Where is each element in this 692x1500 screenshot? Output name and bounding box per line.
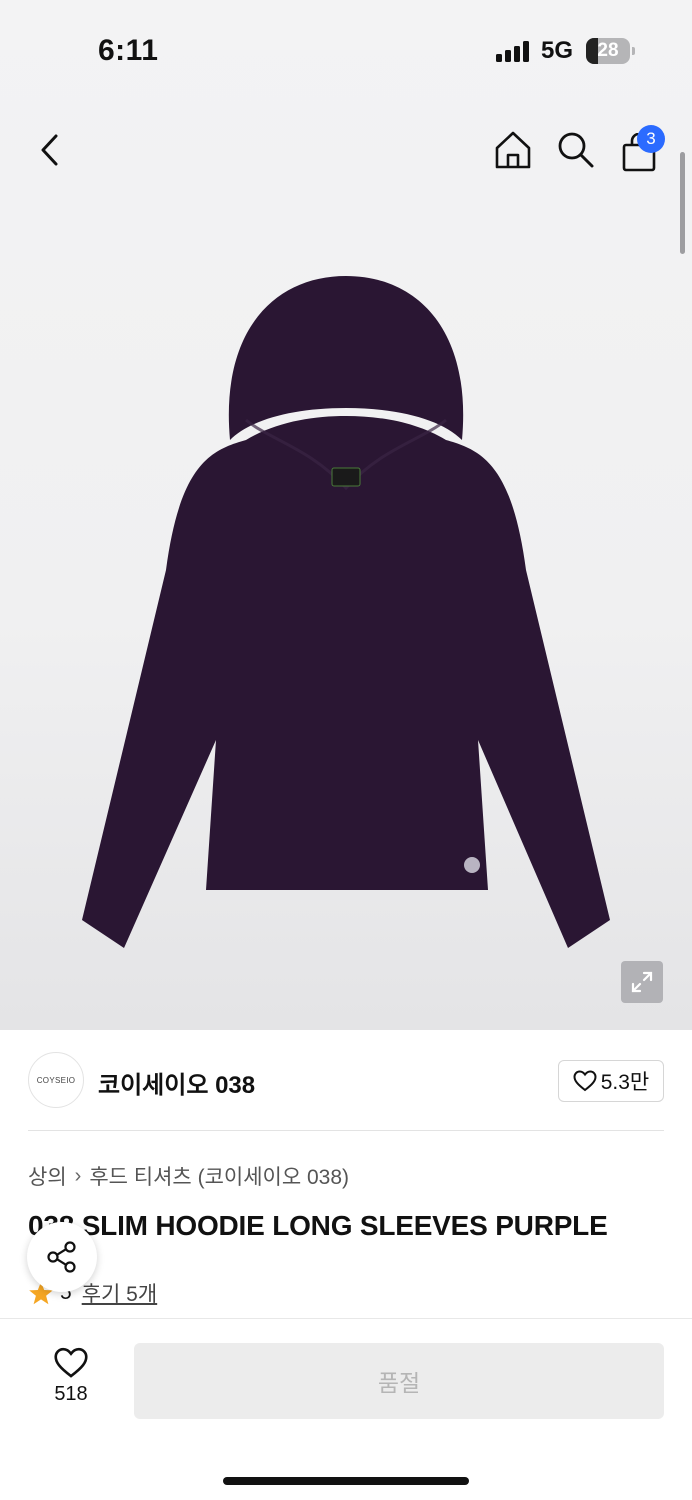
brand-name[interactable]: 코이세이오 038	[98, 1065, 255, 1100]
expand-image-button[interactable]	[621, 961, 663, 1003]
breadcrumb: 상의 › 후드 티셔츠 (코이세이오 038)	[28, 1161, 349, 1191]
product-title: 038 SLIM HOODIE LONG SLEEVES PURPLE	[28, 1210, 608, 1241]
back-icon	[41, 134, 58, 166]
status-bar: 6:11 5G 28	[0, 0, 692, 100]
scrollbar[interactable]	[680, 152, 685, 254]
expand-icon	[631, 971, 653, 993]
brand-row: COYSEIO 코이세이오 038 5.3만	[0, 1030, 692, 1130]
bottom-action-bar: 518 품절	[0, 1318, 692, 1500]
home-button[interactable]	[490, 127, 536, 173]
breadcrumb-subcategory[interactable]: 후드 티셔츠 (코이세이오 038)	[89, 1161, 349, 1191]
heart-icon	[54, 1347, 88, 1378]
signal-icon	[496, 40, 532, 62]
back-button[interactable]	[28, 128, 72, 172]
share-icon	[47, 1241, 76, 1273]
home-indicator	[223, 1477, 469, 1485]
sold-out-button[interactable]: 품절	[134, 1343, 664, 1419]
brand-logo[interactable]: COYSEIO	[28, 1052, 84, 1108]
wishlist-count: 518	[54, 1383, 88, 1405]
home-icon	[495, 131, 531, 169]
wishlist-button[interactable]: 518	[36, 1347, 106, 1417]
share-button[interactable]	[27, 1222, 97, 1292]
search-icon	[558, 132, 594, 168]
brand-like-count: 5.3만	[600, 1071, 650, 1094]
battery-icon: 28	[586, 38, 635, 64]
cart-button[interactable]: 3	[615, 125, 665, 173]
reviews-link[interactable]: 후기 5개	[82, 1278, 157, 1308]
search-button[interactable]	[553, 127, 599, 173]
heart-icon	[573, 1070, 597, 1092]
network-type: 5G	[541, 37, 574, 64]
status-time: 6:11	[98, 34, 159, 67]
product-image[interactable]	[70, 270, 622, 960]
chevron-right-icon: ›	[74, 1164, 82, 1187]
breadcrumb-category[interactable]: 상의	[28, 1161, 67, 1191]
divider	[28, 1130, 664, 1131]
battery-percent: 28	[597, 40, 619, 61]
cart-count-badge: 3	[637, 125, 665, 153]
brand-like-button[interactable]: 5.3만	[558, 1060, 664, 1102]
